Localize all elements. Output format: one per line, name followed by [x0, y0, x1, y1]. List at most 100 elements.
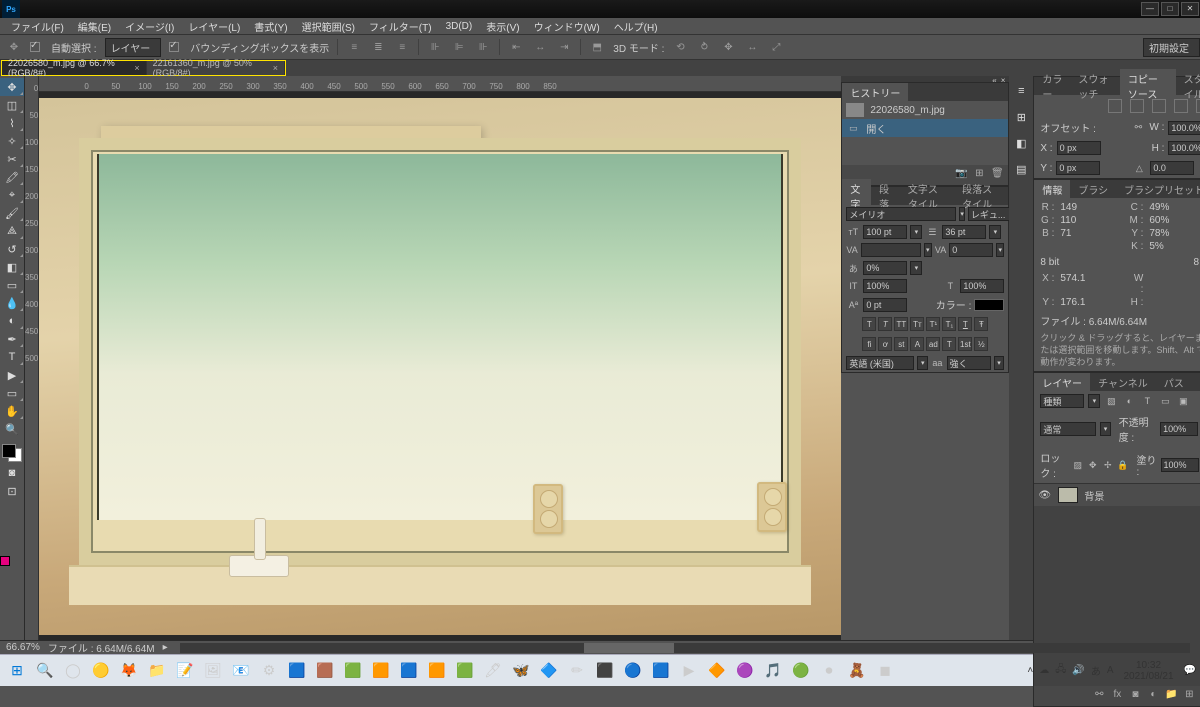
magic-wand-tool[interactable]: ✧	[0, 132, 24, 150]
clone-source-5[interactable]	[1196, 99, 1200, 113]
history-source[interactable]: 22026580_m.jpg	[842, 101, 1008, 119]
menu-window[interactable]: ウィンドウ(W)	[528, 19, 606, 34]
vlc-icon[interactable]: 🔶	[704, 658, 730, 684]
search-icon[interactable]: 🔍	[32, 658, 58, 684]
menu-view[interactable]: 表示(V)	[480, 19, 525, 34]
bold-button[interactable]: T	[862, 317, 876, 331]
app-icon[interactable]: ✏	[564, 658, 590, 684]
opentype-button[interactable]: fi	[862, 337, 876, 351]
type-tool[interactable]: T	[0, 348, 24, 366]
crop-tool[interactable]: ✂	[0, 150, 24, 168]
opentype-button[interactable]: ½	[974, 337, 988, 351]
vscale-input[interactable]	[863, 279, 907, 293]
blend-mode-select[interactable]	[1040, 422, 1096, 436]
italic-button[interactable]: T	[878, 317, 892, 331]
layer-name[interactable]: 背景	[1084, 488, 1104, 503]
clone-source-1[interactable]	[1108, 99, 1122, 113]
dropdown-icon[interactable]: ▾	[1088, 394, 1100, 408]
strikethrough-button[interactable]: Ŧ	[974, 317, 988, 331]
x-input[interactable]	[1057, 141, 1101, 155]
opentype-button[interactable]: T	[942, 337, 956, 351]
layer-filter-select[interactable]	[1040, 394, 1084, 408]
history-step[interactable]: ▭ 開く	[842, 119, 1008, 137]
dropdown-icon[interactable]: ▾	[917, 356, 928, 370]
collapsed-panel-icon[interactable]: ◧	[1009, 134, 1033, 152]
3d-scale-icon[interactable]: ⤢	[768, 39, 784, 55]
kerning-input[interactable]	[861, 243, 921, 257]
3d-orbit-icon[interactable]: ⟲	[672, 39, 688, 55]
styles-tab[interactable]: スタイル	[1176, 69, 1200, 103]
distribute-icon[interactable]: ⊪	[475, 39, 491, 55]
close-tab-icon[interactable]: ×	[273, 63, 278, 73]
h-input[interactable]	[1168, 141, 1200, 155]
firefox-icon[interactable]: 🦊	[116, 658, 142, 684]
quick-mask-indicator[interactable]	[0, 556, 10, 566]
move-tool[interactable]: ✥	[0, 78, 24, 96]
marquee-tool[interactable]: ◫	[0, 96, 24, 114]
layer-mask-icon[interactable]: ◙	[1128, 689, 1142, 703]
history-tab[interactable]: ヒストリー	[842, 83, 908, 102]
3d-roll-icon[interactable]: ⥁	[696, 39, 712, 55]
fill-input[interactable]	[1161, 458, 1199, 472]
pen-tool[interactable]: ✒	[0, 330, 24, 348]
menu-edit[interactable]: 編集(E)	[72, 19, 117, 34]
menu-type[interactable]: 書式(Y)	[248, 19, 293, 34]
hscale-input[interactable]	[960, 279, 1004, 293]
chrome-icon[interactable]: 🟡	[88, 658, 114, 684]
baseline-input[interactable]	[863, 298, 907, 312]
collapsed-panel-icon[interactable]: ≡	[1009, 82, 1033, 100]
quick-mask-toggle[interactable]: ◙	[0, 464, 24, 482]
distribute-icon[interactable]: ⇤	[508, 39, 524, 55]
lock-position-icon[interactable]: ✥	[1087, 458, 1098, 472]
filter-type-icon[interactable]: T	[1140, 394, 1154, 408]
eraser-tool[interactable]: ◧	[0, 258, 24, 276]
paths-tab[interactable]: パス	[1156, 373, 1192, 392]
tray-volume-icon[interactable]: 🔊	[1072, 665, 1084, 676]
underline-button[interactable]: T	[958, 317, 972, 331]
distribute-icon[interactable]: ⊫	[451, 39, 467, 55]
smallcaps-button[interactable]: Tт	[910, 317, 924, 331]
task-view-icon[interactable]: ◯	[60, 658, 86, 684]
menu-3d[interactable]: 3D(D)	[440, 21, 479, 32]
filter-smart-icon[interactable]: ▣	[1176, 394, 1190, 408]
illustrator-icon[interactable]: 🟧	[424, 658, 450, 684]
tray-ime-a-icon[interactable]: A	[1107, 665, 1114, 676]
filter-shape-icon[interactable]: ▭	[1158, 394, 1172, 408]
record-icon[interactable]: ⏺	[816, 658, 842, 684]
document-tab[interactable]: 22161360_m.jpg @ 50% (RGB/8#) ×	[147, 61, 285, 75]
zoom-level[interactable]: 66.67%	[6, 642, 40, 653]
app-icon[interactable]: 🟢	[788, 658, 814, 684]
photoshop-icon[interactable]: 🟦	[396, 658, 422, 684]
clone-source-2[interactable]	[1130, 99, 1144, 113]
dropdown-icon[interactable]: ▾	[989, 225, 1001, 239]
angle-input[interactable]	[1150, 161, 1194, 175]
healing-brush-tool[interactable]: ⌖	[0, 186, 24, 204]
collapsed-panel-icon[interactable]: ⊞	[1009, 108, 1033, 126]
color-swatches[interactable]	[0, 442, 24, 464]
close-tab-icon[interactable]: ×	[134, 63, 139, 73]
tray-chevron-icon[interactable]: ˄	[1027, 665, 1033, 676]
dropdown-icon[interactable]: ▾	[1100, 422, 1110, 436]
brush-preset-tab[interactable]: ブラシプリセット	[1116, 180, 1200, 199]
auto-select-target[interactable]: レイヤー	[105, 38, 162, 57]
color-tab[interactable]: カラー	[1034, 69, 1070, 103]
zoom-icon[interactable]: 🟦	[648, 658, 674, 684]
window-maximize-button[interactable]: □	[1161, 2, 1179, 16]
app-icon[interactable]: 🟦	[284, 658, 310, 684]
visibility-eye-icon[interactable]: 👁	[1038, 490, 1052, 501]
allcaps-button[interactable]: TT	[894, 317, 908, 331]
app-icon[interactable]: 🔷	[536, 658, 562, 684]
outlook-icon[interactable]: 📧	[228, 658, 254, 684]
subscript-button[interactable]: T₁	[942, 317, 956, 331]
font-size-input[interactable]	[863, 225, 907, 239]
tray-network-icon[interactable]: 🖧	[1055, 662, 1066, 679]
tsume-input[interactable]	[863, 261, 907, 275]
brush-tool[interactable]: 🖌	[0, 204, 24, 222]
notification-icon[interactable]: 💬	[1184, 665, 1196, 676]
explorer-icon[interactable]: 📁	[144, 658, 170, 684]
bbox-checkbox[interactable]	[169, 42, 179, 52]
distribute-icon[interactable]: ↔	[532, 39, 548, 55]
eyedropper-tool[interactable]: 🖍	[0, 168, 24, 186]
gradient-tool[interactable]: ▭	[0, 276, 24, 294]
clone-source-3[interactable]	[1152, 99, 1166, 113]
